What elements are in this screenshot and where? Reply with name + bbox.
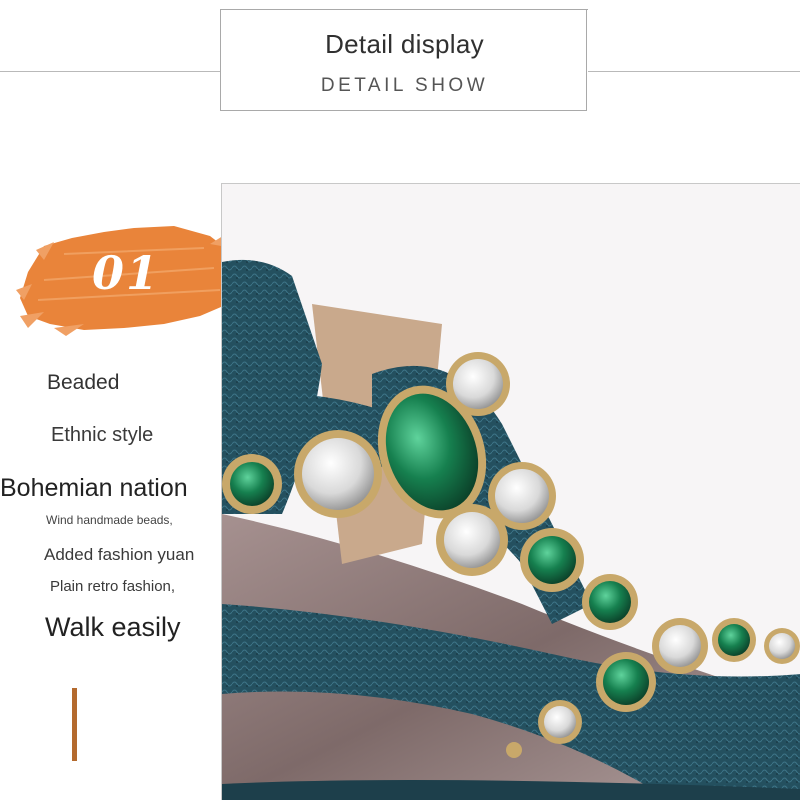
sandal-detail-image [221, 183, 800, 800]
feature-bohemian-nation: Bohemian nation [0, 474, 188, 502]
badge-number: 01 [92, 246, 161, 300]
sandal-illustration [222, 184, 800, 800]
feature-walk-easily: Walk easily [45, 612, 181, 642]
feature-plain-retro: Plain retro fashion, [50, 578, 176, 595]
header-divider-left [0, 71, 220, 72]
page-title: Detail display [325, 29, 484, 59]
accent-bar [72, 688, 77, 761]
page-subtitle: DETAIL SHOW [320, 75, 489, 96]
header-divider-right [588, 71, 800, 72]
header-box: Detail display DETAIL SHOW [220, 9, 588, 111]
feature-beaded: Beaded [47, 371, 120, 394]
feature-added-fashion: Added fashion yuan [44, 545, 195, 564]
number-badge: 01 [14, 220, 244, 340]
feature-handmade-beads: Wind handmade beads, [46, 513, 173, 527]
feature-ethnic-style: Ethnic style [51, 424, 154, 446]
